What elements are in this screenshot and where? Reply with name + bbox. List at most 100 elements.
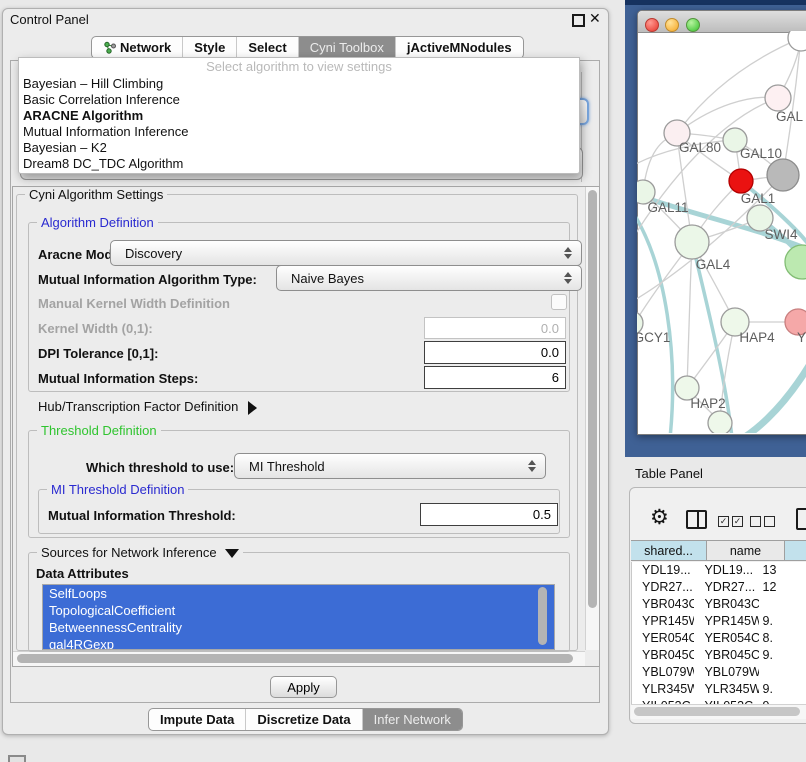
tab-style[interactable]: Style	[182, 37, 236, 58]
attribute-item-topologicalcoefficient[interactable]: TopologicalCoefficient	[43, 602, 554, 619]
table-row[interactable]: YBL079WYBL079W	[632, 664, 806, 681]
zoom-traffic-light-icon[interactable]	[686, 18, 700, 32]
tab-impute-data[interactable]: Impute Data	[149, 709, 245, 730]
column-header-shared[interactable]: shared...	[631, 540, 707, 561]
manual-kernel-checkbox[interactable]	[551, 294, 567, 310]
list-vscroll-thumb[interactable]	[538, 587, 547, 645]
table-cell: 13	[759, 562, 806, 579]
table-cell: YPR145W	[632, 613, 694, 630]
node-label-gal11: GAL11	[647, 200, 688, 215]
network-node-gray-node[interactable]	[767, 159, 799, 191]
network-node-gal-cut[interactable]	[765, 85, 791, 111]
mi-type-combo[interactable]: Naive Bayes	[276, 265, 582, 291]
mi-type-value: Naive Bayes	[291, 271, 364, 286]
network-edge[interactable]	[728, 364, 806, 433]
network-node-gal1[interactable]	[729, 169, 753, 193]
which-threshold-label: Which threshold to use:	[86, 460, 234, 475]
table-row[interactable]: YLR345WYLR345W9.	[632, 681, 806, 698]
table-cell: YBL079W	[632, 664, 694, 681]
table-cell: YER054C	[694, 630, 758, 647]
table-cell: YDR27...	[632, 579, 694, 596]
tab-network[interactable]: Network	[92, 37, 182, 58]
settings-horizontal-scrollbar[interactable]	[13, 651, 585, 666]
hub-tf-definition-label: Hub/Transcription Factor Definition	[38, 399, 238, 414]
dock-window-icon[interactable]	[8, 755, 26, 762]
data-attributes-list[interactable]: SelfLoopsTopologicalCoefficientBetweenne…	[42, 584, 555, 650]
kernel-width-field[interactable]	[424, 317, 566, 339]
table-row[interactable]: YER054CYER054C8.	[632, 630, 806, 647]
tab-cyni-toolbox[interactable]: Cyni Toolbox	[298, 37, 395, 58]
mi-threshold-field[interactable]	[420, 503, 558, 526]
float-window-icon[interactable]	[572, 14, 585, 27]
network-node-gal4[interactable]	[675, 225, 709, 259]
table-row[interactable]: YDR27...YDR27...12	[632, 579, 806, 596]
kernel-width-label: Kernel Width (0,1):	[38, 321, 153, 336]
which-threshold-combo[interactable]: MI Threshold	[234, 453, 546, 479]
column-layout-icon[interactable]	[686, 510, 707, 529]
table-cell: YPR145W	[694, 613, 758, 630]
mi-steps-field[interactable]	[424, 366, 566, 389]
column-header-name[interactable]: name	[707, 540, 785, 561]
table-cell: YDL19...	[632, 562, 694, 579]
desktop-top-strip	[625, 0, 806, 5]
bottom-tabbar: Impute DataDiscretize DataInfer Network	[148, 708, 463, 731]
algorithm-option-bayesian-k2[interactable]: Bayesian – K2	[19, 140, 579, 156]
table-hscroll-thumb[interactable]	[634, 707, 800, 716]
algorithm-option-mutual-information-inference[interactable]: Mutual Information Inference	[19, 124, 579, 140]
tab-select[interactable]: Select	[236, 37, 297, 58]
algorithm-option-aracne-algorithm[interactable]: ARACNE Algorithm	[19, 108, 579, 124]
main-tabbar: NetworkStyleSelectCyni ToolboxjActiveMNo…	[91, 36, 524, 59]
table-cell: YDL19...	[694, 562, 758, 579]
settings-vscroll-thumb[interactable]	[588, 190, 597, 608]
apply-button[interactable]: Apply	[270, 676, 337, 698]
settings-vertical-scrollbar[interactable]	[585, 187, 599, 650]
table-cell: 12	[759, 579, 806, 596]
network-svg[interactable]: GALGAL80GAL10GAL1GAL11SWI4GAL4GCY1HAP4YH…	[637, 31, 806, 433]
table-cell: YBR043C	[694, 596, 758, 613]
network-node-bottom-green[interactable]	[708, 411, 732, 433]
table-cell: YBR045C	[632, 647, 694, 664]
network-node-green-big[interactable]	[785, 245, 806, 279]
mi-type-label: Mutual Information Algorithm Type:	[38, 272, 257, 287]
tab-infer-network[interactable]: Infer Network	[362, 709, 462, 730]
partial-toolbar-icon[interactable]	[796, 508, 806, 530]
expanded-arrow-icon	[225, 549, 239, 558]
table-row[interactable]: YBR043CYBR043C	[632, 596, 806, 613]
algorithm-option-basic-correlation-inference[interactable]: Basic Correlation Inference	[19, 92, 579, 108]
table-horizontal-scrollbar[interactable]	[631, 704, 806, 719]
settings-hscroll-thumb[interactable]	[17, 654, 573, 663]
algorithm-definition-title: Algorithm Definition	[37, 215, 158, 230]
hub-tf-definition-toggle[interactable]: Hub/Transcription Factor Definition	[38, 399, 257, 415]
table-cell: 9.	[759, 647, 806, 664]
table-panel-title: Table Panel	[635, 466, 703, 481]
aracne-mode-combo[interactable]: Discovery	[110, 240, 582, 266]
select-all-checkboxes-icon[interactable]: ✓✓	[718, 513, 743, 531]
node-label-gal80: GAL80	[679, 140, 721, 155]
close-icon[interactable]: ✕	[589, 10, 601, 27]
deselect-all-checkboxes-icon[interactable]	[750, 513, 775, 531]
column-header-2[interactable]	[785, 540, 806, 561]
table-cell: YBL079W	[694, 664, 758, 681]
mi-steps-label: Mutual Information Steps:	[38, 371, 198, 386]
tab-discretize-data[interactable]: Discretize Data	[245, 709, 361, 730]
node-label-gcy1: GCY1	[637, 330, 670, 345]
attribute-item-betweennesscentrality[interactable]: BetweennessCentrality	[43, 619, 554, 636]
network-node-top-partial[interactable]	[788, 31, 806, 51]
tab-jactivemnodules[interactable]: jActiveMNodules	[395, 37, 523, 58]
algorithm-option-dream8-dc-tdc-algorithm[interactable]: Dream8 DC_TDC Algorithm	[19, 156, 579, 172]
attribute-item-selfloops[interactable]: SelfLoops	[43, 585, 554, 602]
algorithm-option-bayesian-hill-climbing[interactable]: Bayesian – Hill Climbing	[19, 76, 579, 92]
minimize-traffic-light-icon[interactable]	[665, 18, 679, 32]
table-row[interactable]: YDL19...YDL19...13	[632, 562, 806, 579]
table-settings-gear-icon[interactable]: ⚙	[650, 507, 669, 529]
sources-group-title[interactable]: Sources for Network Inference	[37, 545, 243, 560]
table-row[interactable]: YPR145WYPR145W9.	[632, 613, 806, 630]
network-icon	[103, 41, 116, 54]
cyni-settings-group-title: Cyni Algorithm Settings	[25, 187, 167, 202]
close-traffic-light-icon[interactable]	[645, 18, 659, 32]
table-row[interactable]: YBR045CYBR045C9.	[632, 647, 806, 664]
attribute-item-gal4rgexp[interactable]: gal4RGexp	[43, 636, 554, 650]
dpi-tolerance-field[interactable]	[424, 341, 566, 364]
network-window-titlebar[interactable]	[638, 11, 806, 33]
list-vertical-scrollbar[interactable]	[537, 586, 549, 646]
